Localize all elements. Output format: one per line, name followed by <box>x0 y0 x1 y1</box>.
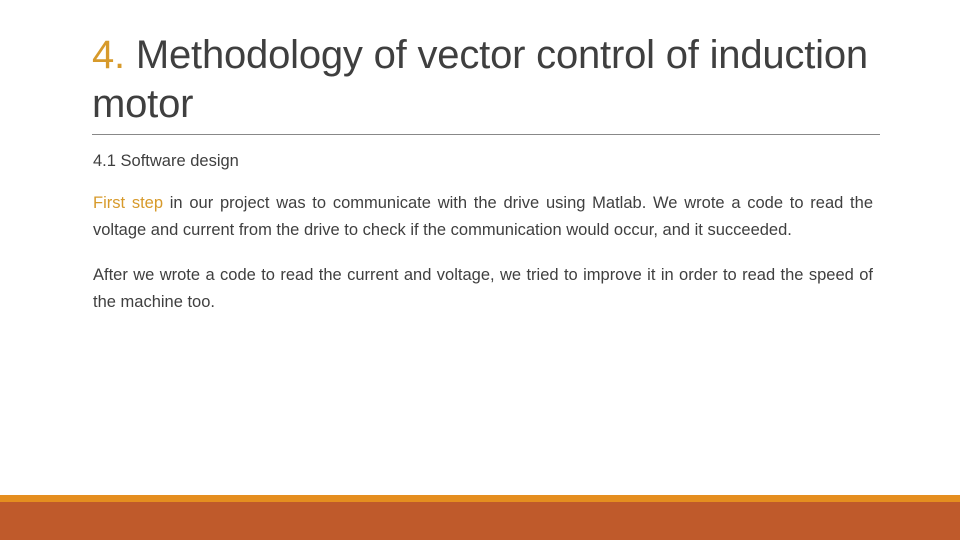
page-title: 4. Methodology of vector control of indu… <box>92 31 880 129</box>
paragraph-after-improve: After we wrote a code to read the curren… <box>93 262 873 315</box>
footer-accent-stripe <box>0 495 960 502</box>
title-text: Methodology of vector control of inducti… <box>92 33 879 126</box>
paragraph-first-step: First step in our project was to communi… <box>93 190 873 243</box>
paragraph-body-text: in our project was to communicate with t… <box>93 194 873 239</box>
body-content: 4.1 Software design First step in our pr… <box>93 150 873 315</box>
title-divider <box>92 134 880 135</box>
paragraph-lead-emphasis: First step <box>93 194 164 212</box>
title-area: 4. Methodology of vector control of indu… <box>92 31 880 129</box>
slide: 4. Methodology of vector control of indu… <box>0 0 960 540</box>
title-number: 4. <box>92 33 125 77</box>
footer-band <box>0 502 960 540</box>
section-subheading: 4.1 Software design <box>93 152 239 170</box>
paragraph-body-text: After we wrote a code to read the curren… <box>93 266 873 311</box>
